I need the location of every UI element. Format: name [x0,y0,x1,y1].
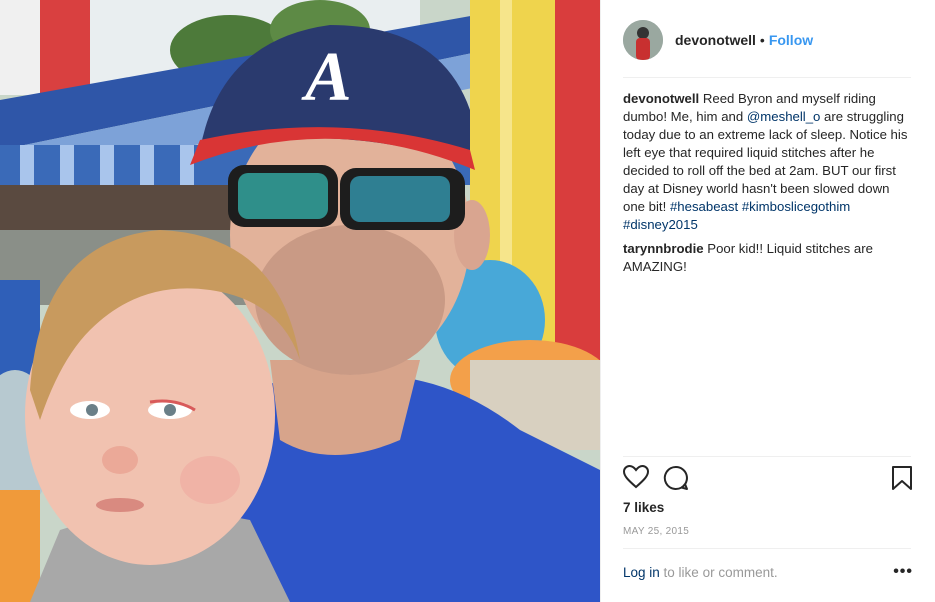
post-photo[interactable]: A [0,0,600,602]
post-sidebar: devonotwell • Follow devonotwell Reed By… [600,0,935,602]
avatar-image [623,20,663,60]
bookmark-icon[interactable] [891,465,913,496]
action-bar [622,464,913,496]
comment-link[interactable]: @meshell_o [747,109,821,124]
follow-button[interactable]: Follow [769,32,813,48]
comment-bubble-icon[interactable] [663,465,689,496]
comment-link[interactable]: #kimboslicegothim [742,199,850,214]
footer: Log in to like or comment. ••• [623,563,913,581]
login-link[interactable]: Log in [623,565,660,580]
comments-list: devonotwell Reed Byron and myself riding… [623,90,911,282]
comment: devonotwell Reed Byron and myself riding… [623,90,911,234]
avatar[interactable] [623,20,663,60]
header-divider [623,77,911,78]
likes-count[interactable]: 7 likes [623,500,664,515]
comment: tarynnbrodie Poor kid!! Liquid stitches … [623,240,911,276]
instagram-post: A devonotwell • Follow devonotwell Reed … [0,0,935,602]
comment-link[interactable]: #hesabeast [670,199,738,214]
header-username[interactable]: devonotwell [675,32,756,48]
separator-dot: • [759,32,765,48]
svg-text:A: A [301,39,352,116]
heart-icon[interactable] [622,464,650,494]
comment-username[interactable]: tarynnbrodie [623,241,704,256]
post-date[interactable]: MAY 25, 2015 [623,526,689,537]
post-header: devonotwell • Follow [623,18,911,62]
more-options-button[interactable]: ••• [893,563,913,581]
footer-divider [623,548,911,549]
comment-link[interactable]: #disney2015 [623,217,698,232]
comment-username[interactable]: devonotwell [623,91,699,106]
footer-text: to like or comment. [659,565,778,580]
actions-divider [623,456,911,457]
photo-illustration: A [0,0,600,602]
